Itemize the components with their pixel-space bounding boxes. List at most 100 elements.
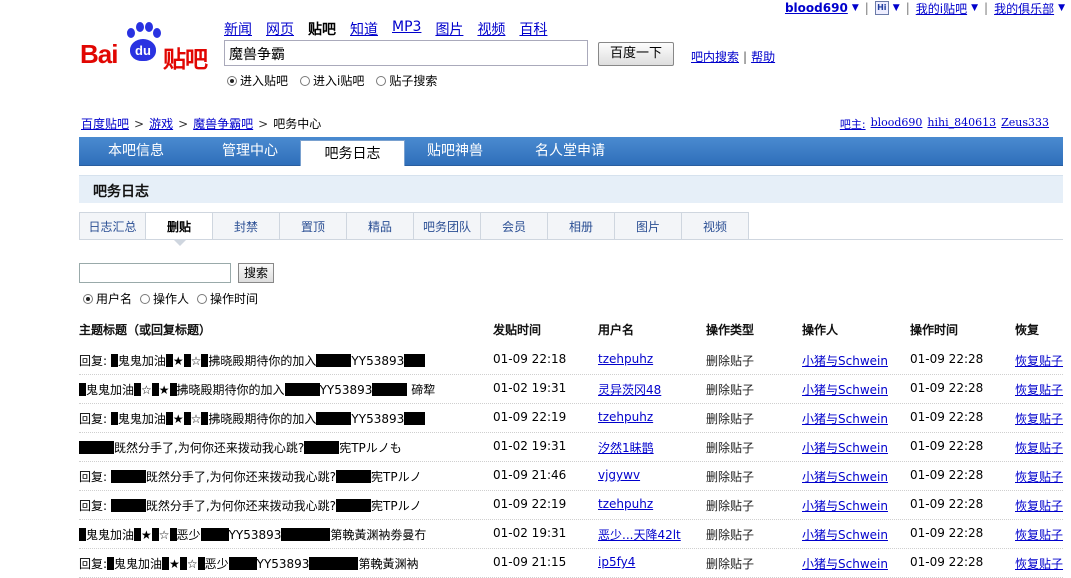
breadcrumb-games[interactable]: 游戏	[149, 115, 173, 132]
search-extra-links: 吧内搜索 | 帮助	[691, 50, 776, 64]
tab-bar-info[interactable]: 本吧信息	[79, 137, 193, 165]
product-nav-mp3[interactable]: MP3	[392, 19, 421, 39]
table-row: ▇鬼鬼加油▇★▇☆▇恶少▇▇▇▇YY53893▇▇▇▇▇▇▇第輓黃渊衲劵曼冇01…	[79, 520, 1063, 549]
product-nav-web[interactable]: 网页	[266, 19, 294, 39]
subtab-bans[interactable]: 封禁	[213, 212, 280, 240]
row-op-time: 01-09 22:28	[910, 352, 984, 366]
my-club-link[interactable]: 我的俱乐部	[994, 0, 1054, 17]
product-nav-news[interactable]: 新闻	[224, 19, 252, 39]
product-nav: 新闻 网页 贴吧 知道 MP3 图片 视频 百科	[224, 19, 547, 39]
title-text: 回复:	[79, 412, 111, 426]
header-op-type: 操作类型	[706, 323, 755, 337]
log-search-input[interactable]	[79, 263, 231, 283]
radio-unchecked-icon[interactable]	[140, 293, 151, 304]
radio-enter-ibar[interactable]: 进入i贴吧	[300, 72, 364, 89]
tab-admin-log[interactable]: 吧务日志	[300, 140, 405, 166]
admin-link[interactable]: blood690	[871, 116, 923, 132]
row-username-link[interactable]: vjgywv	[598, 468, 640, 482]
row-operator-link[interactable]: 小猪与Schwein	[802, 468, 888, 485]
my-ibar-dropdown-icon[interactable]: ▼	[971, 3, 978, 13]
row-operator-link[interactable]: 小猪与Schwein	[802, 555, 888, 572]
subtab-images[interactable]: 图片	[615, 212, 682, 240]
log-search-button[interactable]: 搜索	[238, 263, 274, 283]
radio-post-search[interactable]: 贴子搜索	[376, 72, 437, 89]
table-row: ▇鬼鬼加油▇☆▇★▇拂晓殿期待你的加入▇▇▇▇▇YY53893▇▇▇▇▇ 碲犂0…	[79, 375, 1063, 404]
row-username-link[interactable]: tzehpuhz	[598, 497, 653, 511]
tab-tieba-beast[interactable]: 贴吧神兽	[405, 137, 505, 165]
header-operator: 操作人	[802, 323, 839, 337]
product-nav-tieba[interactable]: 贴吧	[308, 19, 336, 39]
row-restore-link[interactable]: 恢复贴子	[1015, 526, 1063, 543]
radio-operator[interactable]: 操作人	[140, 290, 189, 307]
subtab-deleted-posts[interactable]: 删贴	[146, 212, 213, 246]
radio-unchecked-icon[interactable]	[376, 75, 387, 86]
row-restore-link[interactable]: 恢复贴子	[1015, 555, 1063, 572]
row-username-link[interactable]: 汐然1眛鹊	[598, 439, 654, 456]
username-dropdown-icon[interactable]: ▼	[852, 3, 859, 13]
title-text: ★	[172, 354, 184, 368]
row-username-link[interactable]: 恶少...天降42lt	[598, 526, 681, 543]
inbar-search-link[interactable]: 吧内搜索	[691, 50, 739, 64]
username-link[interactable]: blood690	[785, 1, 848, 15]
product-nav-baike[interactable]: 百科	[519, 19, 547, 39]
radio-checked-icon[interactable]	[227, 75, 237, 86]
row-operator-link[interactable]: 小猪与Schwein	[802, 526, 888, 543]
row-restore-link[interactable]: 恢复贴子	[1015, 497, 1063, 514]
subtab-admin-team[interactable]: 吧务团队	[414, 212, 481, 240]
title-text: 既然分手了,为何你还来拨动我心跳?	[114, 441, 305, 455]
radio-unchecked-icon[interactable]	[197, 293, 208, 304]
row-username-link[interactable]: tzehpuhz	[598, 410, 653, 424]
bar-admins-label[interactable]: 吧主:	[840, 116, 866, 132]
product-nav-images[interactable]: 图片	[435, 19, 463, 39]
search-input[interactable]: 魔兽争霸	[224, 40, 588, 66]
radio-checked-icon[interactable]	[83, 293, 93, 304]
redacted-block: ▇▇▇▇	[228, 557, 257, 570]
row-restore-link[interactable]: 恢复贴子	[1015, 439, 1063, 456]
title-text: ★	[141, 528, 152, 542]
row-operator-link[interactable]: 小猪与Schwein	[802, 410, 888, 427]
row-username-link[interactable]: ip5fy4	[598, 555, 635, 569]
subtab-albums[interactable]: 相册	[548, 212, 615, 240]
radio-enter-bar[interactable]: 进入贴吧	[227, 72, 288, 89]
baidu-tieba-logo[interactable]: Bai du 贴吧	[80, 22, 216, 73]
breadcrumb-warcraft-bar[interactable]: 魔兽争霸吧	[193, 115, 253, 132]
subtab-summary[interactable]: 日志汇总	[79, 212, 146, 240]
row-operator-link[interactable]: 小猪与Schwein	[802, 352, 888, 369]
product-nav-video[interactable]: 视频	[477, 19, 505, 39]
redacted-block: ▇	[151, 383, 159, 396]
redacted-block: ▇	[107, 557, 115, 570]
my-club-dropdown-icon[interactable]: ▼	[1058, 3, 1065, 13]
subtab-videos[interactable]: 视频	[682, 212, 749, 240]
tab-hall-of-fame[interactable]: 名人堂申请	[505, 137, 635, 165]
row-restore-link[interactable]: 恢复贴子	[1015, 381, 1063, 398]
radio-username[interactable]: 用户名	[83, 290, 132, 307]
breadcrumb-tieba[interactable]: 百度贴吧	[81, 115, 129, 132]
hi-dropdown-icon[interactable]: ▼	[893, 3, 900, 13]
tab-management-center[interactable]: 管理中心	[193, 137, 307, 165]
subtab-pinned[interactable]: 置顶	[280, 212, 347, 240]
row-operator-link[interactable]: 小猪与Schwein	[802, 497, 888, 514]
row-username-link[interactable]: tzehpuhz	[598, 352, 653, 366]
row-restore-link[interactable]: 恢复贴子	[1015, 352, 1063, 369]
row-restore-link[interactable]: 恢复贴子	[1015, 468, 1063, 485]
row-title: 回复: ▇▇▇▇▇既然分手了,为何你还来拨动我心跳?▇▇▇▇▇宪TPルノ	[79, 497, 422, 514]
admin-link[interactable]: Zeus333	[1001, 116, 1049, 132]
product-nav-zhidao[interactable]: 知道	[350, 19, 378, 39]
row-operator-link[interactable]: 小猪与Schwein	[802, 439, 888, 456]
radio-op-time[interactable]: 操作时间	[197, 290, 258, 307]
my-ibar-link[interactable]: 我的i贴吧	[916, 0, 967, 17]
search-mode-radios: 进入贴吧 进入i贴吧 贴子搜索	[227, 72, 437, 89]
help-link[interactable]: 帮助	[751, 50, 775, 64]
redacted-block: ▇	[179, 557, 187, 570]
radio-unchecked-icon[interactable]	[300, 75, 311, 86]
row-op-type: 删除贴子	[706, 412, 755, 426]
row-username-link[interactable]: 灵异茨冈48	[598, 381, 661, 398]
hi-icon[interactable]: Hi	[874, 1, 889, 15]
row-restore-link[interactable]: 恢复贴子	[1015, 410, 1063, 427]
admin-link[interactable]: hihi_840613	[927, 116, 996, 132]
subtab-featured[interactable]: 精品	[347, 212, 414, 240]
search-button[interactable]: 百度一下	[598, 42, 674, 66]
row-operator-link[interactable]: 小猪与Schwein	[802, 381, 888, 398]
subtab-members[interactable]: 会员	[481, 212, 548, 240]
header-post-time: 发贴时间	[493, 323, 542, 337]
